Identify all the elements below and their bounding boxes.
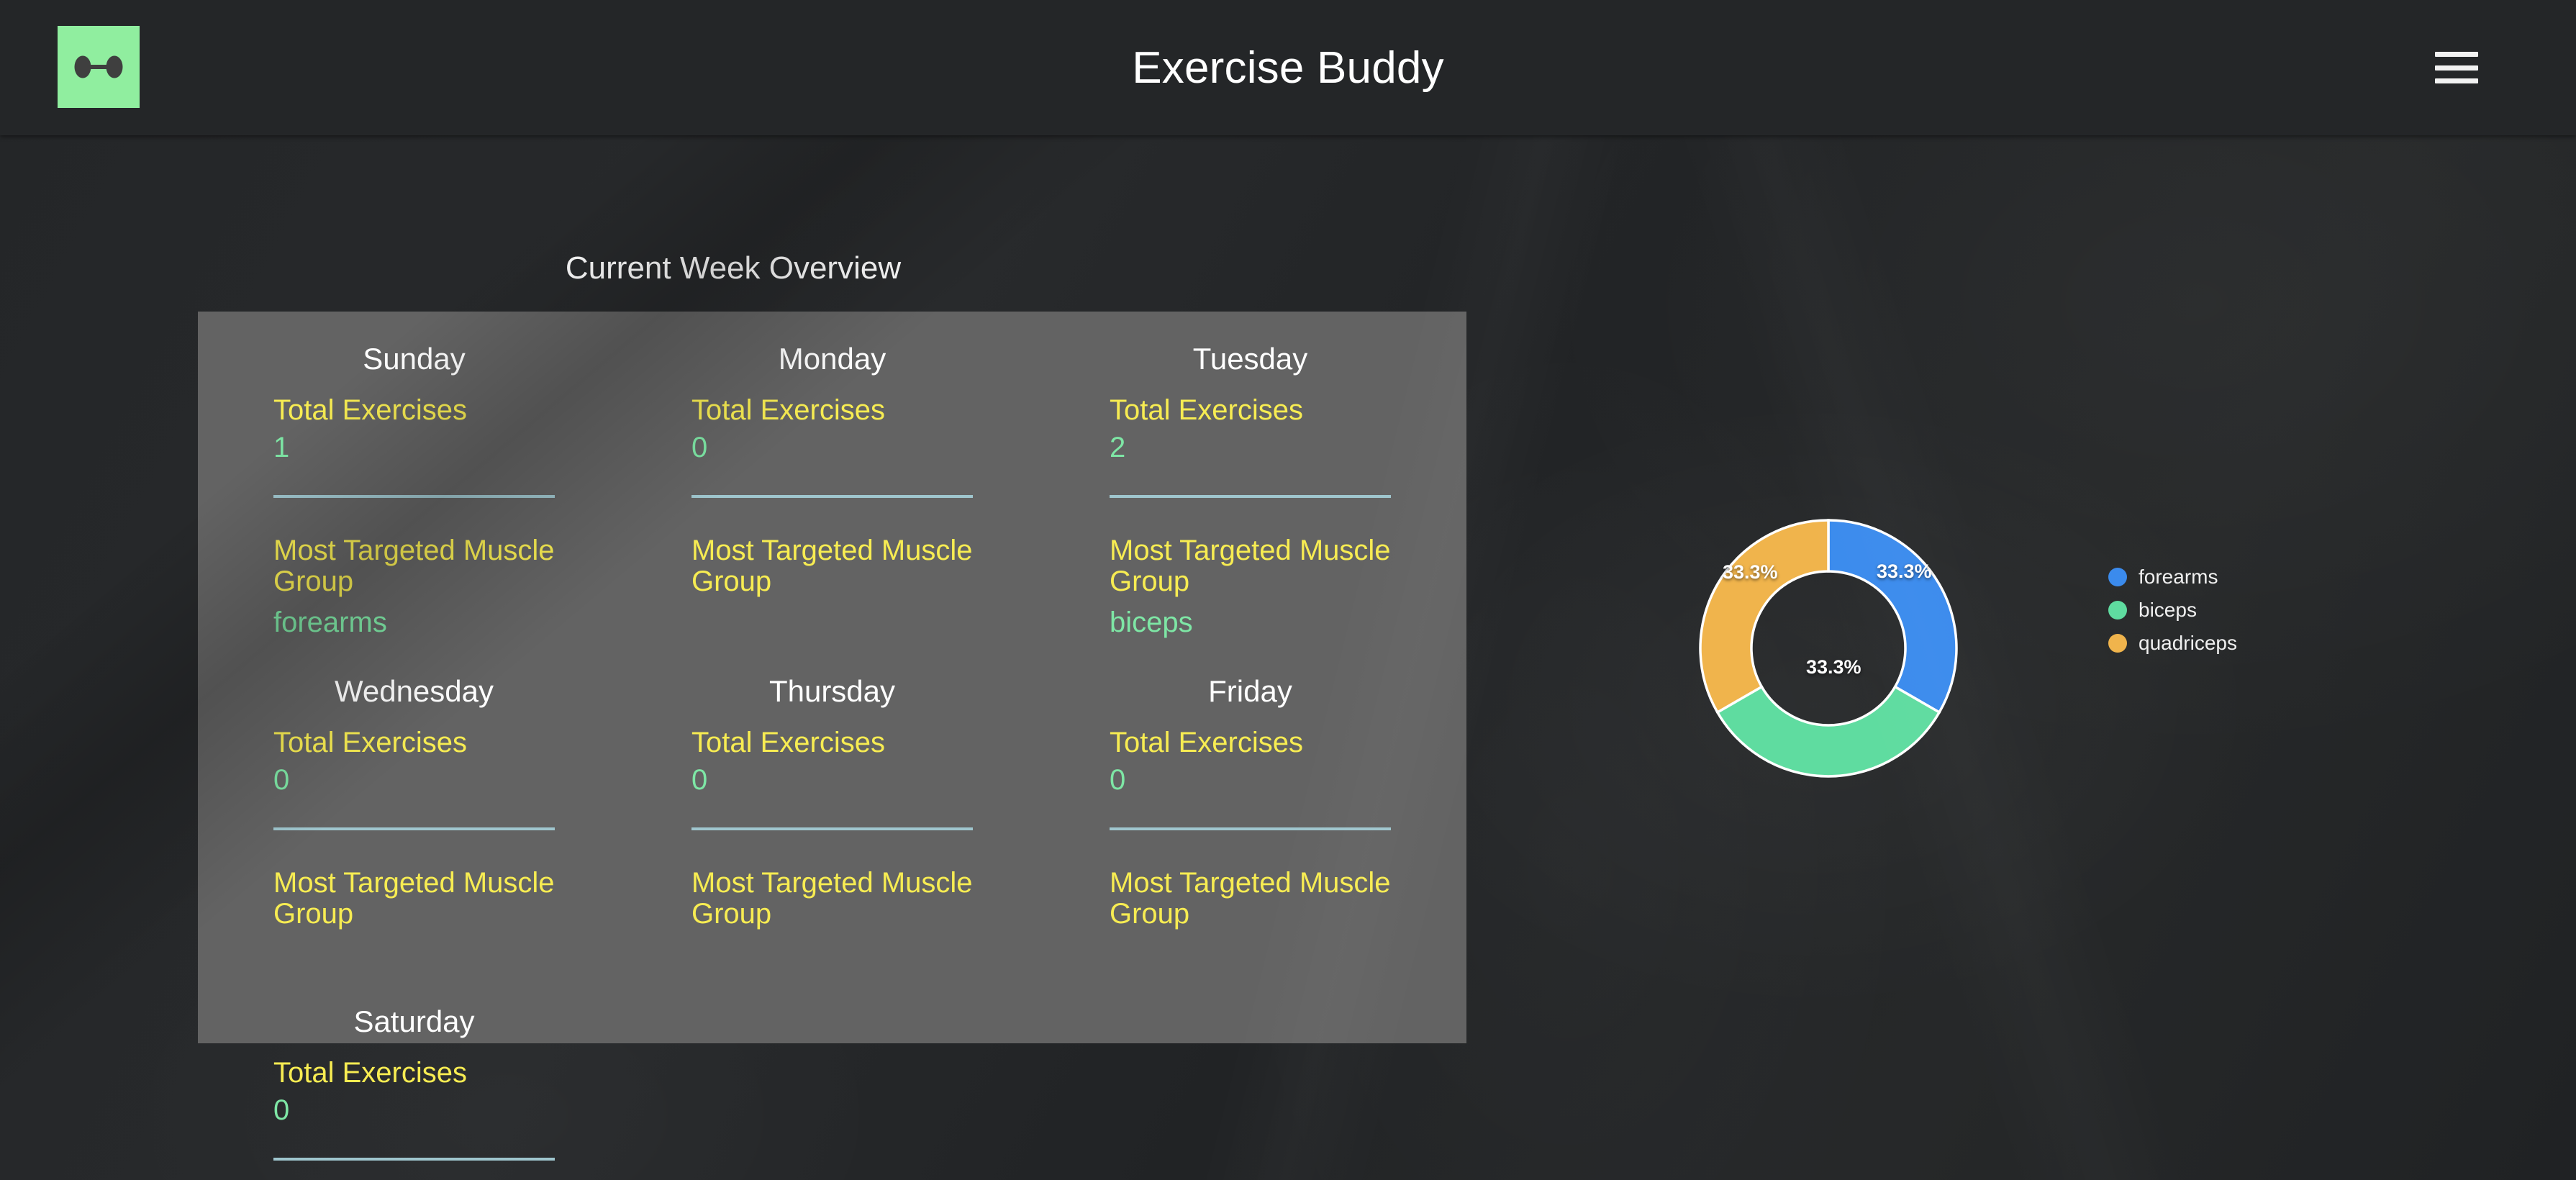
total-exercises-label: Total Exercises (273, 726, 467, 758)
day-name: Thursday (768, 673, 896, 708)
card-divider (273, 495, 555, 499)
total-exercises-value: 0 (691, 763, 708, 796)
menu-bar-bottom (2435, 78, 2478, 83)
menu-bar-middle (2435, 65, 2478, 71)
total-exercises-value: 0 (273, 763, 290, 796)
day-name: Sunday (363, 342, 466, 376)
day-card-grid: Sunday Total Exercises 1 Most Targeted M… (198, 312, 1466, 1180)
legend-item-quadriceps[interactable]: quadriceps (2108, 629, 2237, 658)
donut-slice-biceps[interactable] (1715, 685, 1941, 778)
legend-item-label: quadriceps (2139, 632, 2237, 654)
card-divider (691, 827, 973, 830)
day-name: Wednesday (334, 673, 494, 708)
most-targeted-value (691, 932, 973, 974)
card-divider (273, 827, 555, 830)
total-exercises-value: 0 (273, 1094, 290, 1127)
day-card-thursday[interactable]: Thursday Total Exercises 0 Most Targeted… (623, 644, 1041, 975)
legend-item-label: biceps (2139, 599, 2197, 621)
card-divider (1110, 827, 1391, 830)
total-exercises-value: 0 (691, 432, 708, 464)
chart-legend: forearms biceps quadriceps (2108, 563, 2237, 662)
muscle-group-donut-chart: 33.3% 33.3% 33.3% forearms biceps quadri… (1633, 460, 2425, 835)
donut-svg[interactable] (1697, 517, 1960, 780)
day-name: Tuesday (1192, 342, 1308, 376)
total-exercises-label: Total Exercises (691, 726, 885, 758)
day-card-sunday[interactable]: Sunday Total Exercises 1 Most Targeted M… (205, 312, 623, 644)
day-card-friday[interactable]: Friday Total Exercises 0 Most Targeted M… (1041, 644, 1459, 975)
most-targeted-value (273, 932, 555, 974)
most-targeted-label: Most Targeted Muscle Group (1110, 866, 1391, 930)
most-targeted-value (691, 601, 973, 643)
page-title: Exercise Buddy (1132, 42, 1444, 93)
legend-color-dot (2108, 634, 2127, 653)
donut-slice-forearms[interactable] (1827, 519, 1958, 714)
total-exercises-label: Total Exercises (1110, 726, 1303, 758)
legend-item-forearms[interactable]: forearms (2108, 563, 2237, 591)
legend-color-dot (2108, 568, 2127, 586)
week-overview-panel: Sunday Total Exercises 1 Most Targeted M… (198, 312, 1466, 1161)
total-exercises-value: 0 (1110, 763, 1126, 796)
most-targeted-value: forearms (273, 606, 387, 638)
legend-item-biceps[interactable]: biceps (2108, 596, 2237, 625)
total-exercises-value: 1 (273, 432, 290, 464)
most-targeted-label: Most Targeted Muscle Group (273, 866, 555, 930)
day-card-tuesday[interactable]: Tuesday Total Exercises 2 Most Targeted … (1041, 312, 1459, 644)
most-targeted-label: Most Targeted Muscle Group (1110, 535, 1391, 598)
card-divider (273, 1158, 555, 1161)
slice-percent-forearms: 33.3% (1877, 560, 1932, 582)
menu-bar-top (2435, 52, 2478, 57)
slice-percent-biceps: 33.3% (1806, 656, 1861, 678)
total-exercises-label: Total Exercises (691, 394, 885, 426)
day-card-wednesday[interactable]: Wednesday Total Exercises 0 Most Targete… (205, 644, 623, 975)
app-root: Exercise Buddy Current Week Overview Sun… (0, 0, 2576, 1180)
most-targeted-value: biceps (1110, 606, 1193, 638)
most-targeted-label: Most Targeted Muscle Group (273, 535, 555, 598)
day-card-monday[interactable]: Monday Total Exercises 0 Most Targeted M… (623, 312, 1041, 644)
total-exercises-label: Total Exercises (1110, 394, 1303, 426)
card-divider (691, 495, 973, 499)
total-exercises-value: 2 (1110, 432, 1126, 464)
hamburger-menu-icon[interactable] (2435, 52, 2478, 83)
most-targeted-label: Most Targeted Muscle Group (691, 866, 973, 930)
card-divider (1110, 495, 1391, 499)
total-exercises-label: Total Exercises (273, 1057, 467, 1089)
day-name: Monday (778, 342, 886, 376)
app-header-bar: Exercise Buddy (0, 0, 2576, 135)
slice-percent-quadriceps: 33.3% (1723, 561, 1778, 583)
day-name: Friday (1208, 673, 1292, 708)
most-targeted-value (1110, 932, 1391, 974)
legend-item-label: forearms (2139, 566, 2218, 588)
overview-heading: Current Week Overview (565, 250, 902, 286)
day-name: Saturday (353, 1004, 475, 1039)
legend-color-dot (2108, 601, 2127, 620)
donut-slice-quadriceps[interactable] (1699, 519, 1830, 714)
total-exercises-label: Total Exercises (273, 394, 467, 426)
day-card-saturday[interactable]: Saturday Total Exercises 0 Most Targeted… (205, 974, 623, 1180)
most-targeted-label: Most Targeted Muscle Group (691, 535, 973, 598)
